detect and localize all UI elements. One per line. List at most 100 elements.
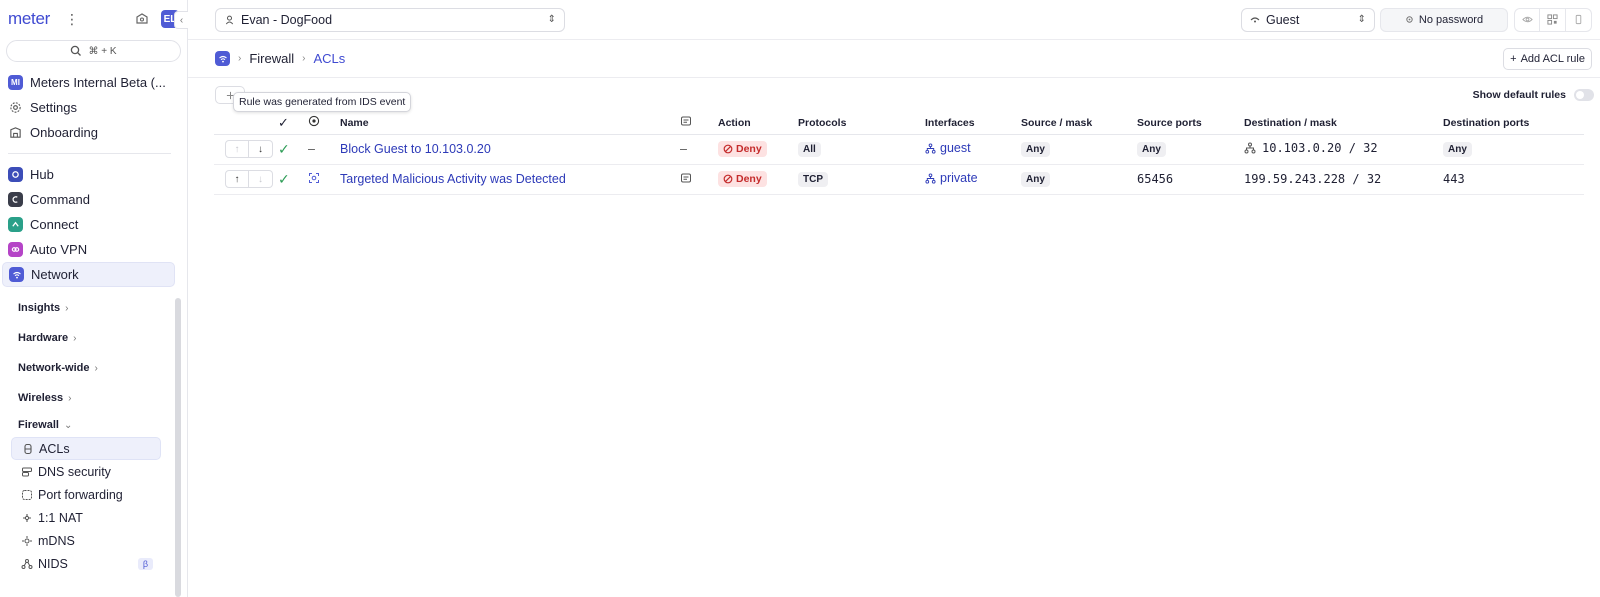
dashboard-icon[interactable] — [133, 10, 151, 28]
table-row[interactable]: ↑ ↓ ✓ Targeted Malicious Activity was De… — [214, 164, 1584, 195]
show-default-rules: Show default rules — [1473, 89, 1594, 101]
sidebar-item-label: Connect — [30, 217, 79, 232]
interface-link[interactable]: private — [925, 171, 978, 185]
chevron-right-icon: › — [73, 332, 77, 344]
sidebar-divider — [8, 153, 171, 154]
sub-item-label: ACLs — [39, 441, 70, 456]
ssid-select[interactable]: Guest ⇕ — [1241, 7, 1375, 32]
sidebar-item-label: Settings — [30, 100, 77, 115]
col-ids[interactable] — [308, 112, 340, 135]
section-label: Insights — [18, 302, 61, 314]
sidebar-item-settings[interactable]: Settings — [0, 95, 187, 120]
col-enabled[interactable]: ✓ — [278, 112, 308, 135]
col-source-mask[interactable]: Source / mask — [1021, 112, 1137, 135]
col-description[interactable] — [680, 112, 718, 135]
enabled-check-icon: ✓ — [278, 170, 290, 187]
section-firewall[interactable]: Firewall ⌄ — [0, 413, 187, 437]
sidebar-item-mdns[interactable]: mDNS — [11, 529, 161, 552]
copy-icon — [1575, 14, 1582, 25]
show-default-rules-toggle[interactable] — [1574, 89, 1594, 101]
key-icon — [1406, 16, 1413, 23]
qr-code-button[interactable] — [1540, 7, 1566, 32]
section-hardware[interactable]: Hardware › — [0, 323, 187, 353]
sub-item-label: Port forwarding — [38, 487, 123, 502]
enabled-cell: ✓ — [278, 164, 308, 195]
sidebar-item-connect[interactable]: Connect — [0, 212, 187, 237]
mdns-icon — [20, 534, 34, 548]
network-select[interactable]: Evan - DogFood ⇕ — [215, 7, 565, 32]
move-down-button[interactable]: ↓ — [249, 140, 273, 158]
table-row[interactable]: ↑ ↓ ✓ – Block Guest to 10.103.0.20 – Den… — [214, 134, 1584, 165]
more-menu-icon[interactable]: ⋮ — [64, 11, 80, 28]
sidebar-item-company[interactable]: MI Meters Internal Beta (... — [0, 70, 187, 95]
add-acl-rule-button[interactable]: + Add ACL rule — [1503, 47, 1592, 70]
col-name[interactable]: Name — [340, 112, 680, 135]
move-up-button[interactable]: ↑ — [225, 170, 249, 188]
ssid-select-value: Guest — [1266, 12, 1300, 27]
sidebar-item-dns-security[interactable]: DNS security — [11, 460, 161, 483]
chevron-right-icon: › — [68, 392, 72, 404]
enabled-cell: ✓ — [278, 134, 308, 165]
description-cell[interactable] — [680, 164, 718, 195]
enabled-check-icon: ✓ — [278, 140, 290, 157]
port-icon — [20, 488, 34, 502]
ids-cell[interactable] — [308, 164, 340, 195]
breadcrumb-firewall[interactable]: Firewall — [249, 51, 294, 66]
description-value: – — [680, 142, 687, 156]
col-action[interactable]: Action — [718, 112, 798, 135]
interface-label: guest — [940, 141, 971, 156]
move-up-button[interactable]: ↑ — [225, 140, 249, 158]
ids-event-icon — [309, 172, 319, 183]
search-bar[interactable]: ⌘ + K — [6, 40, 181, 62]
collapse-sidebar-icon[interactable]: ‹ — [174, 11, 188, 29]
col-source-ports[interactable]: Source ports — [1137, 112, 1244, 135]
sidebar-item-port-forwarding[interactable]: Port forwarding — [11, 483, 161, 506]
col-destination-ports[interactable]: Destination ports — [1443, 112, 1584, 135]
sidebar-item-acls[interactable]: ACLs — [11, 437, 161, 460]
sidebar-item-command[interactable]: Command — [0, 187, 187, 212]
description-cell: – — [680, 134, 718, 165]
rule-name-link[interactable]: Block Guest to 10.103.0.20 — [340, 142, 491, 156]
meter-logo[interactable]: meter — [8, 9, 50, 29]
sidebar-item-label: Hub — [30, 167, 54, 182]
section-insights[interactable]: Insights › — [0, 293, 187, 323]
sidebar-item-label: Network — [31, 267, 79, 282]
top-bar: Evan - DogFood ⇕ Guest ⇕ No password — [188, 0, 1600, 40]
chevron-right-icon: › — [94, 362, 98, 374]
sidebar-item-nat[interactable]: 1:1 NAT — [11, 506, 161, 529]
interfaces-cell: private — [925, 164, 1021, 195]
sidebar-item-onboarding[interactable]: Onboarding — [0, 120, 187, 145]
col-destination-mask[interactable]: Destination / mask — [1244, 112, 1443, 135]
select-arrows-icon: ⇕ — [547, 14, 556, 25]
col-protocols[interactable]: Protocols — [798, 112, 925, 135]
show-password-button[interactable] — [1514, 7, 1540, 32]
sidebar-item-hub[interactable]: Hub — [0, 162, 187, 187]
interface-link[interactable]: guest — [925, 141, 971, 155]
section-label: Network-wide — [18, 362, 90, 374]
order-cell: ↑ ↓ — [214, 134, 278, 165]
col-interfaces[interactable]: Interfaces — [925, 112, 1021, 135]
copy-password-button[interactable] — [1566, 7, 1592, 32]
password-status: No password — [1380, 7, 1508, 32]
sub-item-label: DNS security — [38, 464, 111, 479]
sidebar-item-nids[interactable]: NIDS β — [11, 552, 161, 575]
acl-table: ✓ Name Action Protocols Interfaces Sourc… — [214, 112, 1584, 195]
vlan-icon — [925, 173, 936, 184]
move-down-button[interactable]: ↓ — [249, 170, 273, 188]
section-label: Firewall — [18, 419, 59, 431]
name-cell: Targeted Malicious Activity was Detected — [340, 164, 680, 195]
network-select-value: Evan - DogFood — [241, 12, 333, 27]
sidebar-item-network[interactable]: Network — [2, 262, 175, 287]
interface-label: private — [940, 171, 978, 186]
breadcrumb-separator-icon: › — [238, 53, 242, 64]
sidebar-item-auto-vpn[interactable]: Auto VPN — [0, 237, 187, 262]
protocol-pill: All — [798, 142, 821, 157]
order-cell: ↑ ↓ — [214, 164, 278, 195]
deny-label: Deny — [736, 143, 762, 155]
building-icon — [8, 125, 23, 140]
sidebar-scrollbar[interactable] — [175, 298, 181, 597]
section-wireless[interactable]: Wireless › — [0, 383, 187, 413]
section-network-wide[interactable]: Network-wide › — [0, 353, 187, 383]
rule-name-link[interactable]: Targeted Malicious Activity was Detected — [340, 172, 566, 186]
protocol-pill: TCP — [798, 172, 828, 187]
